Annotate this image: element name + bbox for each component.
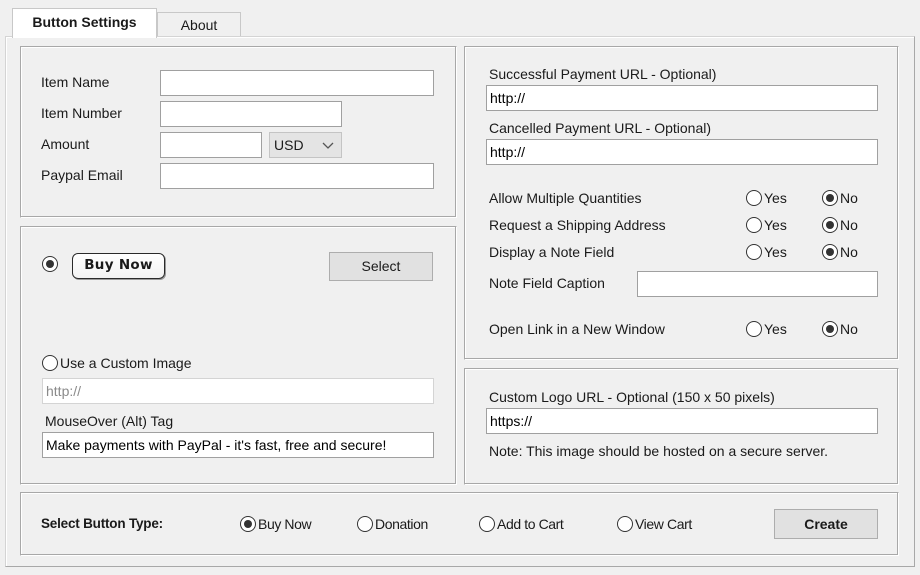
radio-unselected-icon <box>479 516 495 532</box>
open-new-window-label: Open Link in a New Window <box>489 321 665 337</box>
radio-unselected-icon <box>746 190 762 206</box>
yes-label: Yes <box>764 217 787 233</box>
radio-unselected-icon <box>746 321 762 337</box>
radio-selected-icon <box>240 516 256 532</box>
custom-image-radio[interactable]: Use a Custom Image <box>42 355 192 371</box>
display-note-field-no[interactable]: No <box>822 244 858 260</box>
buy-now-button-preview: Buy Now <box>72 253 165 279</box>
no-label: No <box>840 190 858 206</box>
button-type-buy-now[interactable]: Buy Now <box>240 516 312 532</box>
success-url-input[interactable]: http:// <box>486 85 878 111</box>
open-new-window-no[interactable]: No <box>822 321 858 337</box>
custom-logo-label: Custom Logo URL - Optional (150 x 50 pix… <box>489 389 775 405</box>
yes-label: Yes <box>764 244 787 260</box>
paypal-email-label: Paypal Email <box>41 167 123 183</box>
paypal-email-input[interactable] <box>160 163 434 189</box>
tab-about[interactable]: About <box>157 12 241 38</box>
radio-selected-icon <box>822 321 838 337</box>
radio-unselected-icon <box>746 217 762 233</box>
alt-tag-input[interactable]: Make payments with PayPal - it's fast, f… <box>42 432 434 458</box>
custom-image-url-input[interactable]: http:// <box>42 378 434 404</box>
button-type-option-label: Donation <box>375 516 428 532</box>
button-type-donation[interactable]: Donation <box>357 516 428 532</box>
custom-logo-note: Note: This image should be hosted on a s… <box>489 443 829 459</box>
tab-button-settings[interactable]: Button Settings <box>12 8 157 38</box>
create-button[interactable]: Create <box>774 509 878 539</box>
no-label: No <box>840 217 858 233</box>
item-name-input[interactable] <box>160 70 434 96</box>
chevron-down-icon <box>322 142 334 149</box>
allow-multiple-quantities-label: Allow Multiple Quantities <box>489 190 642 206</box>
yes-label: Yes <box>764 321 787 337</box>
button-type-add-to-cart[interactable]: Add to Cart <box>479 516 564 532</box>
note-field-caption-input[interactable] <box>637 271 878 297</box>
radio-unselected-icon <box>357 516 373 532</box>
allow-multiple-quantities-no[interactable]: No <box>822 190 858 206</box>
button-type-option-label: View Cart <box>635 516 692 532</box>
radio-unselected-icon <box>746 244 762 260</box>
currency-selected-value: USD <box>274 137 304 153</box>
success-url-label: Successful Payment URL - Optional) <box>489 66 717 82</box>
alt-tag-label: MouseOver (Alt) Tag <box>45 413 174 429</box>
amount-input[interactable] <box>160 132 262 158</box>
item-number-input[interactable] <box>160 101 342 127</box>
radio-unselected-icon <box>42 355 58 371</box>
custom-image-label: Use a Custom Image <box>60 355 192 371</box>
request-shipping-address-no[interactable]: No <box>822 217 858 233</box>
button-type-view-cart[interactable]: View Cart <box>617 516 692 532</box>
select-button[interactable]: Select <box>329 252 433 281</box>
custom-logo-url-input[interactable]: https:// <box>486 408 878 434</box>
request-shipping-address-label: Request a Shipping Address <box>489 217 666 233</box>
radio-selected-icon <box>42 256 58 272</box>
allow-multiple-quantities-yes[interactable]: Yes <box>746 190 787 206</box>
button-type-label: Select Button Type: <box>41 516 163 531</box>
cancel-url-label: Cancelled Payment URL - Optional) <box>489 120 712 136</box>
cancel-url-input[interactable]: http:// <box>486 139 878 165</box>
display-note-field-label: Display a Note Field <box>489 244 615 260</box>
display-note-field-yes[interactable]: Yes <box>746 244 787 260</box>
no-label: No <box>840 244 858 260</box>
button-type-option-label: Add to Cart <box>497 516 564 532</box>
item-name-label: Item Name <box>41 74 110 90</box>
item-number-label: Item Number <box>41 105 122 121</box>
yes-label: Yes <box>764 190 787 206</box>
amount-label: Amount <box>41 136 90 152</box>
button-type-option-label: Buy Now <box>258 516 312 532</box>
currency-select[interactable]: USD <box>269 132 342 158</box>
no-label: No <box>840 321 858 337</box>
note-field-caption-label: Note Field Caption <box>489 275 605 291</box>
standard-button-radio[interactable] <box>42 256 60 272</box>
request-shipping-address-yes[interactable]: Yes <box>746 217 787 233</box>
radio-selected-icon <box>822 190 838 206</box>
radio-selected-icon <box>822 244 838 260</box>
open-new-window-yes[interactable]: Yes <box>746 321 787 337</box>
radio-unselected-icon <box>617 516 633 532</box>
radio-selected-icon <box>822 217 838 233</box>
